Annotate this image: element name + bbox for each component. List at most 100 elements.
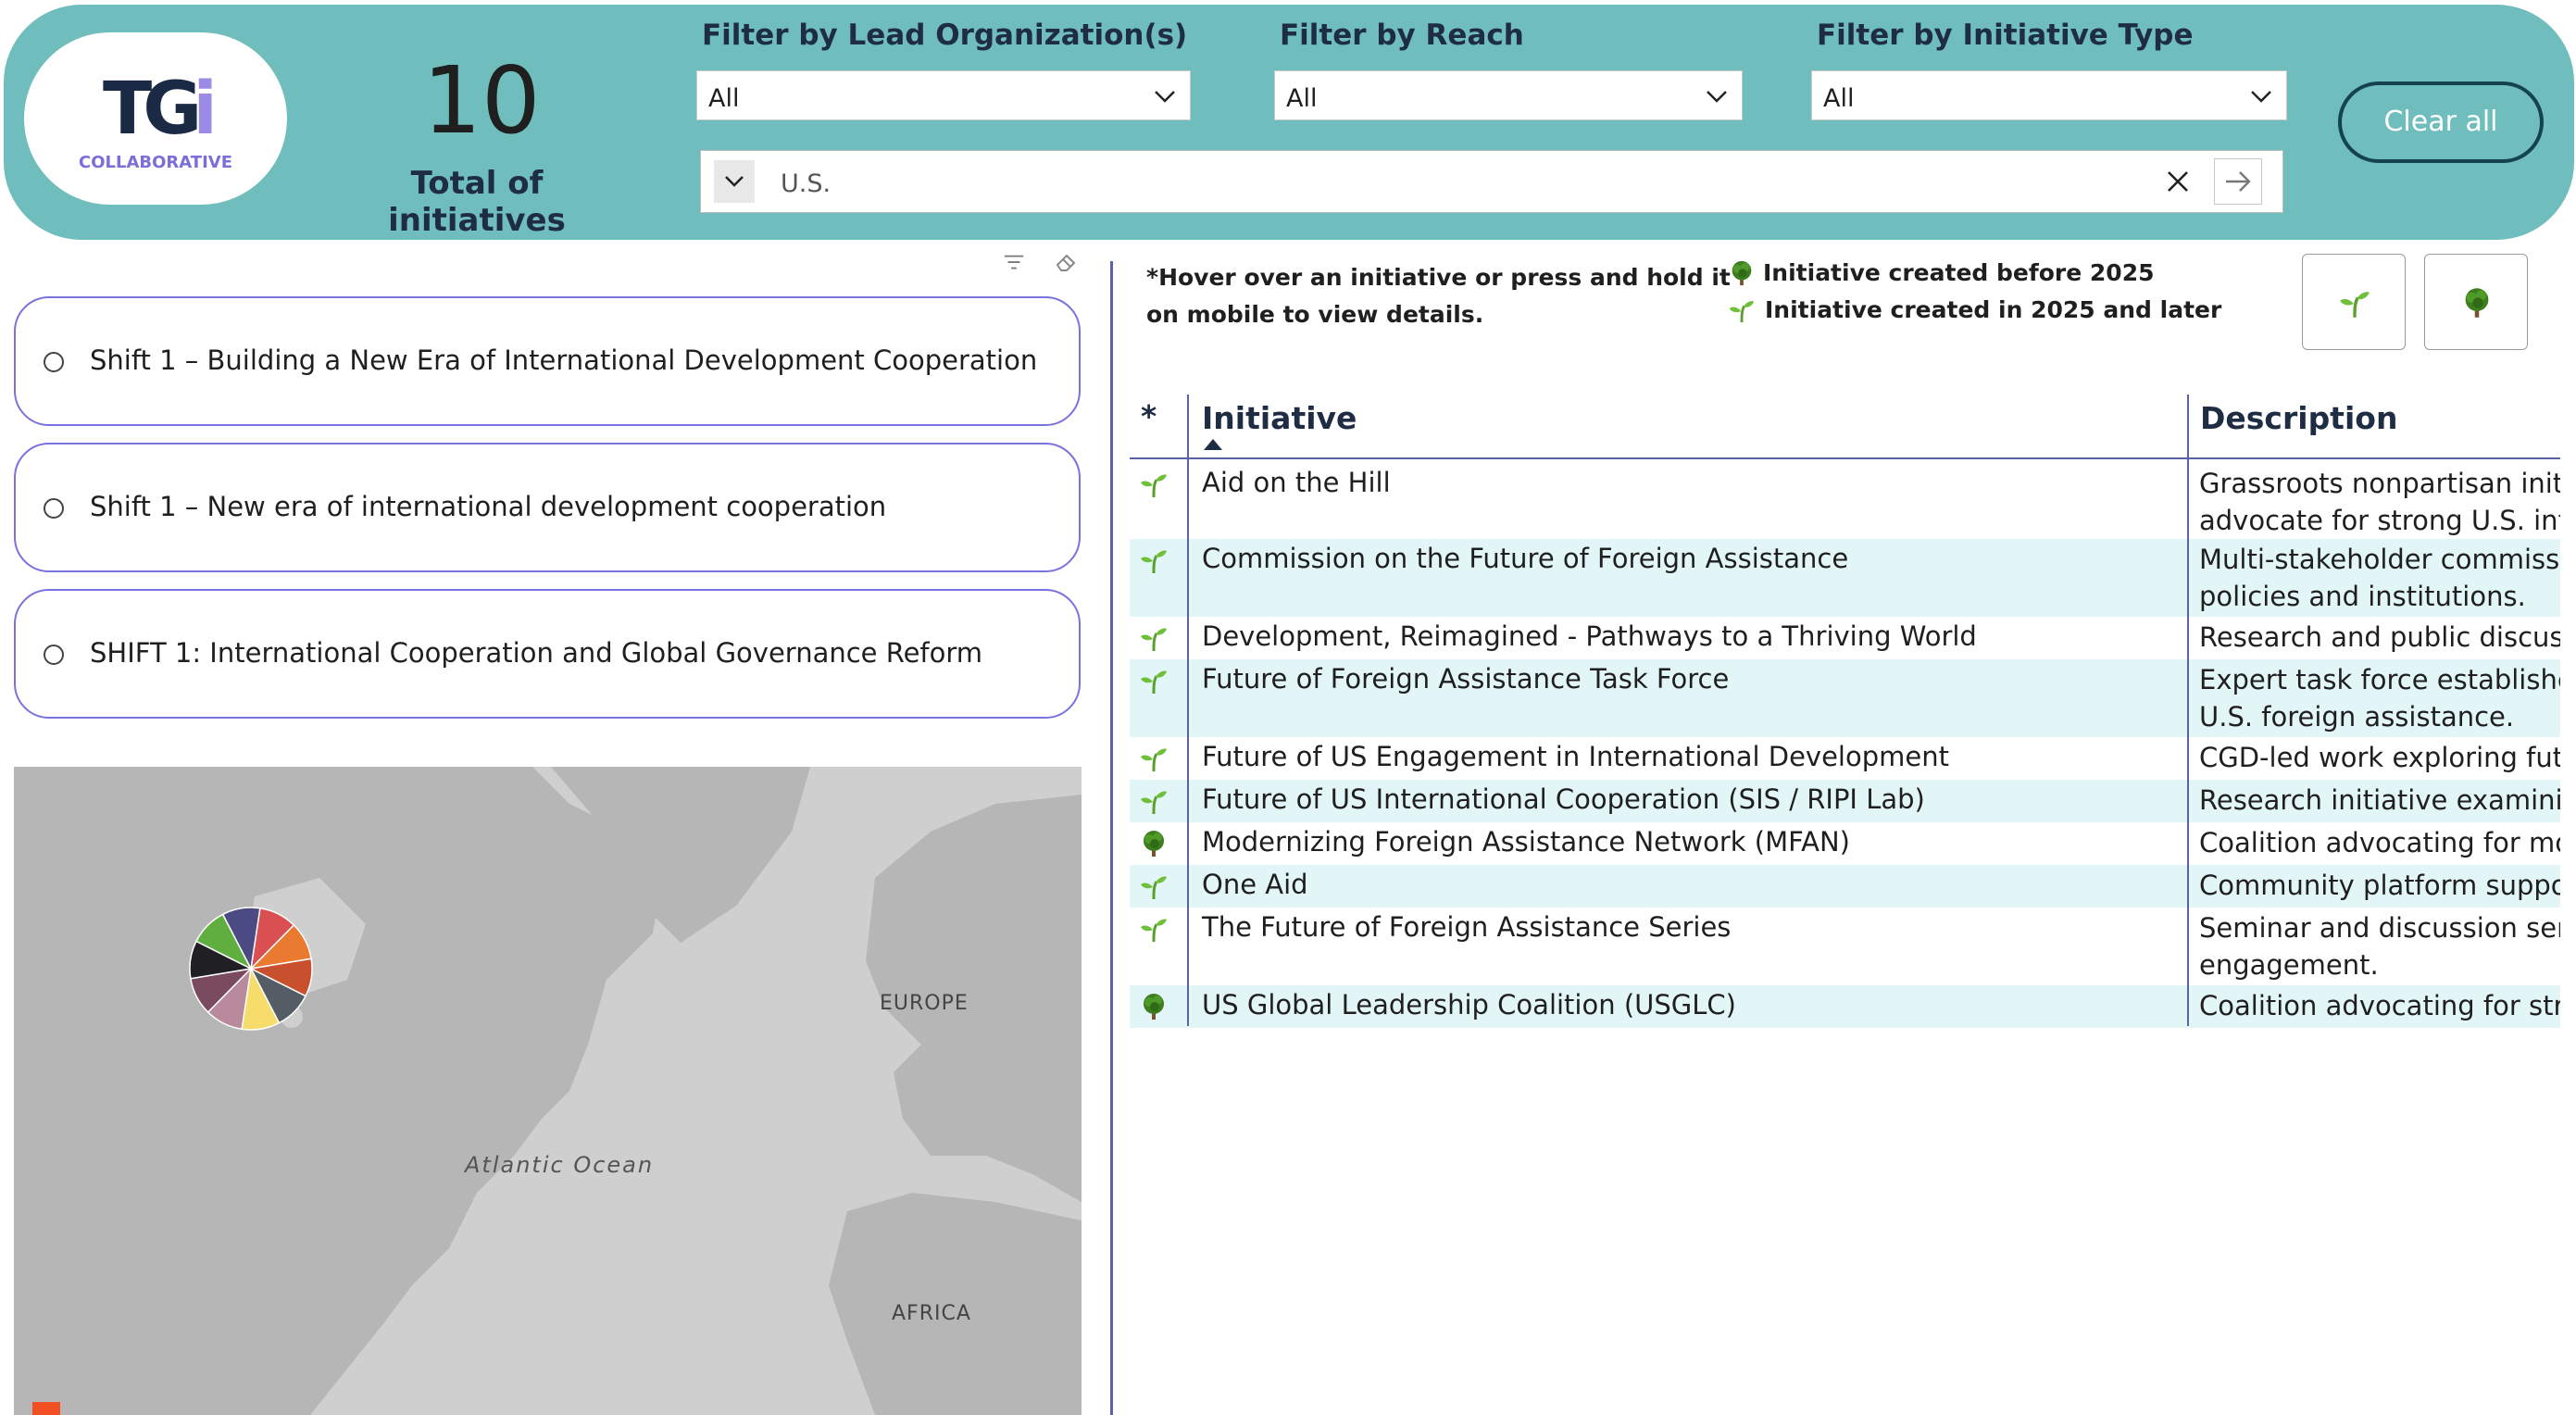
microsoft-logo (32, 1402, 60, 1415)
table-row[interactable]: Aid on the Hill Grassroots nonpartisan in… (1130, 463, 2560, 539)
filter-type-title: Filter by Initiative Type (1817, 19, 2194, 52)
initiative-name: Future of US Engagement in International… (1202, 741, 1949, 772)
radio-button[interactable] (44, 645, 64, 665)
arrow-right-icon (2226, 171, 2251, 192)
map-visual[interactable]: EUROPE Atlantic Ocean AFRICA (14, 767, 1082, 1415)
description-line: Coalition advocating for more (2199, 827, 2560, 858)
initiative-description: Research and public discussior (2199, 619, 2560, 656)
radio-button[interactable] (44, 352, 64, 372)
description-line: engagement. (2199, 949, 2379, 981)
clear-all-button[interactable]: Clear all (2338, 81, 2544, 163)
initiative-description: Expert task force established t U.S. fore… (2199, 661, 2560, 735)
slicer-item-label: Shift 1 – New era of international devel… (90, 491, 887, 522)
filter-lead-org-value: All (708, 84, 740, 113)
initiative-name: The Future of Foreign Assistance Series (1202, 911, 1732, 943)
sprout-icon (1139, 744, 1169, 773)
legend-before-2025: Initiative created before 2025 (1763, 259, 2155, 286)
initiative-name: Development, Reimagined - Pathways to a … (1202, 620, 1977, 652)
tree-icon (2460, 286, 2494, 319)
initiative-description: CGD-led work exploring future (2199, 739, 2560, 776)
sprout-icon (1139, 666, 1169, 695)
table-row[interactable]: The Future of Foreign Assistance Series S… (1130, 908, 2560, 985)
filter-lead-org-dropdown[interactable]: All (696, 70, 1191, 120)
sprout-icon (1139, 623, 1169, 653)
initiative-description: Multi-stakeholder commission policies and… (2199, 541, 2560, 615)
filter-type-value: All (1823, 84, 1855, 113)
description-line: Community platform supporti (2199, 870, 2560, 901)
slicer-item-label: Shift 1 – Building a New Era of Internat… (90, 344, 1038, 376)
chevron-down-icon (1155, 91, 1175, 103)
hover-note-line-2: on mobile to view details. (1146, 301, 1484, 328)
description-line: Research initiative examining f (2199, 784, 2560, 816)
slicer-item-shift-1c[interactable]: SHIFT 1: International Cooperation and G… (14, 589, 1081, 719)
slicer-item-shift-1b[interactable]: Shift 1 – New era of international devel… (14, 443, 1081, 572)
logo-subtitle: COLLABORATIVE (79, 153, 232, 172)
table-row[interactable]: Development, Reimagined - Pathways to a … (1130, 617, 2560, 659)
sprout-icon (1139, 914, 1169, 944)
table-header-divider (1130, 457, 2560, 459)
panel-divider (1110, 261, 1113, 1415)
legend-2025-later: Initiative created in 2025 and later (1765, 296, 2222, 323)
table-row[interactable]: Future of US Engagement in International… (1130, 737, 2560, 780)
initiative-count-label: Total of initiatives (388, 165, 566, 239)
search-box: U.S. (700, 150, 2283, 213)
initiative-name: One Aid (1202, 869, 1308, 900)
radio-button[interactable] (44, 498, 64, 519)
description-line: advocate for strong U.S. intern (2199, 505, 2560, 536)
hover-note-line-1: *Hover over an initiative or press and h… (1146, 264, 1731, 291)
search-input[interactable]: U.S. (781, 169, 831, 198)
slicer-item-shift-1a[interactable]: Shift 1 – Building a New Era of Internat… (14, 296, 1081, 426)
initiative-name: Commission on the Future of Foreign Assi… (1202, 543, 1849, 574)
table-row[interactable]: One Aid Community platform supporti (1130, 865, 2560, 908)
filter-icon[interactable] (1002, 252, 1026, 274)
chevron-down-icon (1707, 91, 1727, 103)
initiative-name: Modernizing Foreign Assistance Network (… (1202, 826, 1850, 858)
description-line: Multi-stakeholder commission (2199, 544, 2560, 575)
chevron-down-icon (2251, 91, 2271, 103)
initiative-count: 10 (422, 46, 541, 155)
tree-icon (1139, 829, 1169, 858)
initiative-description: Coalition advocating for more (2199, 824, 2560, 861)
table-row[interactable]: US Global Leadership Coalition (USGLC) Co… (1130, 985, 2560, 1028)
eraser-icon[interactable] (1054, 248, 1080, 274)
tree-icon (1139, 992, 1169, 1021)
description-line: Expert task force established t (2199, 664, 2560, 695)
sprout-icon (1139, 871, 1169, 901)
filter-reach-value: All (1286, 84, 1318, 113)
close-icon[interactable] (2166, 169, 2190, 194)
sort-ascending-icon[interactable] (1204, 439, 1222, 450)
filter-reach-title: Filter by Reach (1280, 19, 1524, 52)
column-header-initiative[interactable]: Initiative (1202, 400, 1357, 436)
filter-reach-dropdown[interactable]: All (1274, 70, 1743, 120)
sprout-icon (1139, 470, 1169, 499)
table-row[interactable]: Commission on the Future of Foreign Assi… (1130, 539, 2560, 617)
column-header-description[interactable]: Description (2200, 400, 2397, 436)
initiative-description: Community platform supporti (2199, 867, 2560, 904)
table-column-divider (1187, 394, 1189, 1026)
table-row[interactable]: Future of Foreign Assistance Task Force E… (1130, 659, 2560, 737)
initiative-description: Research initiative examining f (2199, 782, 2560, 819)
description-line: Research and public discussior (2199, 621, 2560, 653)
search-expand-button[interactable] (714, 160, 755, 203)
sprout-icon (1139, 545, 1169, 575)
table-row[interactable]: Modernizing Foreign Assistance Network (… (1130, 822, 2560, 865)
filter-type-dropdown[interactable]: All (1811, 70, 2287, 120)
sprout-icon (2338, 286, 2371, 319)
pie-chart-marker[interactable] (186, 904, 316, 1033)
description-line: Grassroots nonpartisan initiati (2199, 468, 2560, 499)
table-row[interactable]: Future of US International Cooperation (… (1130, 780, 2560, 822)
tgi-logo: TGi COLLABORATIVE (24, 32, 287, 205)
description-line: Coalition advocating for strong (2199, 990, 2560, 1021)
chevron-down-icon (725, 176, 744, 187)
description-line: Seminar and discussion series (2199, 912, 2560, 944)
slicer-item-label: SHIFT 1: International Cooperation and G… (90, 637, 983, 669)
description-line: CGD-led work exploring future (2199, 742, 2560, 773)
tree-icon (1728, 259, 1756, 287)
table-column-divider (2187, 394, 2189, 1026)
search-submit-button[interactable] (2214, 158, 2262, 205)
filter-tree-button[interactable] (2424, 254, 2528, 350)
filter-sprout-button[interactable] (2302, 254, 2406, 350)
description-line: U.S. foreign assistance. (2199, 701, 2515, 733)
logo-wordmark: TGi (103, 68, 218, 151)
initiative-name: Future of Foreign Assistance Task Force (1202, 663, 1730, 695)
